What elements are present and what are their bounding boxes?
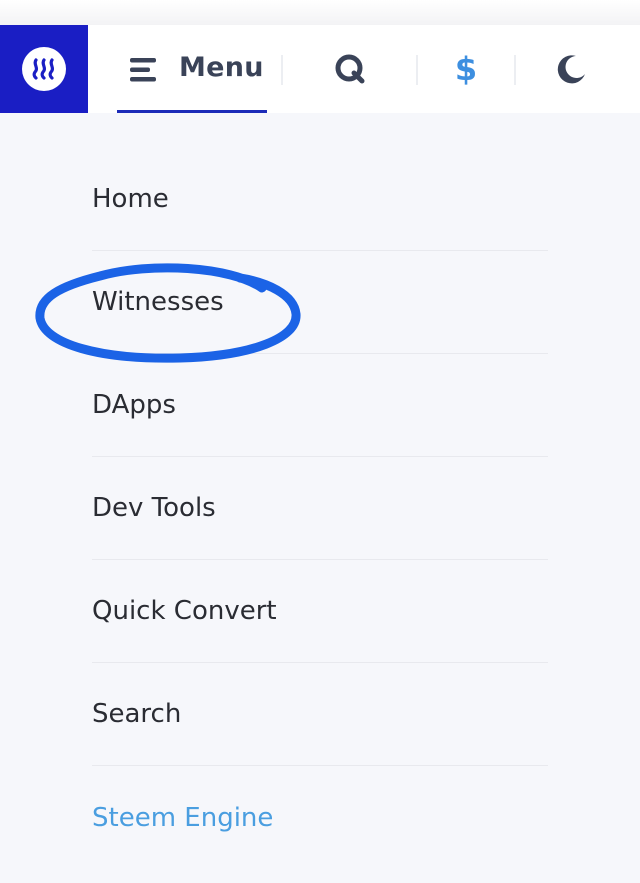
- header-bar: Menu $: [0, 25, 640, 113]
- dollar-icon: $: [454, 50, 478, 88]
- nav-item-home[interactable]: Home: [92, 148, 548, 251]
- menu-label: Menu: [179, 52, 264, 83]
- theme-toggle-button[interactable]: [549, 47, 593, 91]
- moon-icon: [557, 55, 585, 84]
- nav-item-dapps[interactable]: DApps: [92, 354, 548, 457]
- steem-logo-icon: [22, 47, 66, 91]
- top-strip: [0, 0, 640, 25]
- nav-item-dev-tools[interactable]: Dev Tools: [92, 457, 548, 560]
- menu-tab-active-indicator: [117, 110, 267, 113]
- header-divider: [281, 55, 283, 85]
- search-button[interactable]: [328, 47, 372, 91]
- hamburger-icon: [130, 58, 156, 82]
- menu-tab[interactable]: Menu: [117, 25, 267, 113]
- currency-button[interactable]: $: [444, 47, 488, 91]
- nav-item-witnesses[interactable]: Witnesses: [92, 251, 548, 354]
- nav-menu: Home Witnesses DApps Dev Tools Quick Con…: [92, 148, 548, 869]
- logo-button[interactable]: [0, 25, 88, 113]
- nav-item-quick-convert[interactable]: Quick Convert: [92, 560, 548, 663]
- nav-item-search[interactable]: Search: [92, 663, 548, 766]
- header-divider: [416, 55, 418, 85]
- header-divider: [514, 55, 516, 85]
- nav-item-steem-engine[interactable]: Steem Engine: [92, 766, 548, 869]
- search-icon: [335, 54, 365, 84]
